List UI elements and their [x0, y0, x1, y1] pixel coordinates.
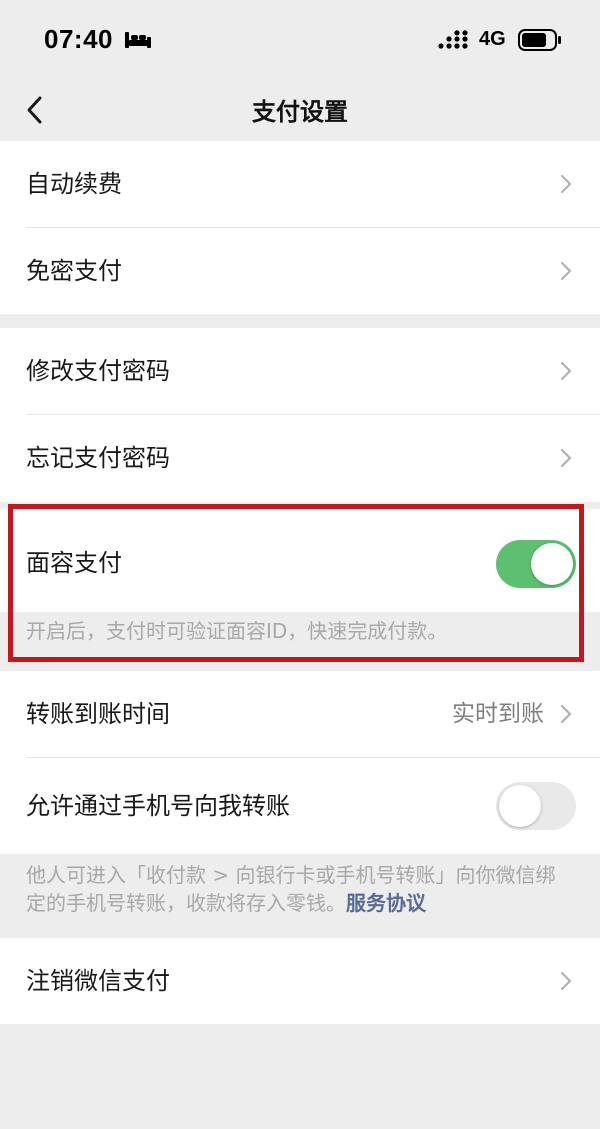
chevron-right-icon — [560, 448, 572, 468]
network-type: 4G — [479, 28, 506, 50]
face-pay-row: 面容支付 — [0, 509, 600, 612]
transfer-time-value: 实时到账 — [452, 701, 544, 727]
chevron-right-icon — [560, 704, 572, 724]
toggle-knob — [531, 543, 573, 585]
chevron-right-icon — [560, 174, 572, 194]
transfer-group: 转账到账时间 实时到账 允许通过手机号向我转账 — [0, 671, 600, 854]
phone-transfer-tip: 他人可进入「收付款 > 向银行卡或手机号转账」向你微信绑定的手机号转账，收款将存… — [0, 861, 600, 917]
settings-group-1: 自动续费 免密支付 — [0, 141, 600, 314]
nav-bar: 支付设置 — [0, 80, 600, 140]
page-title: 支付设置 — [252, 98, 348, 126]
battery-icon — [518, 29, 561, 51]
bed-icon — [125, 32, 151, 48]
phone-transfer-toggle[interactable] — [496, 782, 576, 830]
toggle-knob — [499, 785, 541, 827]
row-label: 自动续费 — [26, 170, 122, 198]
face-pay-tip: 开启后，支付时可验证面容ID，快速完成付款。 — [26, 619, 448, 643]
status-time: 07:40 — [44, 24, 113, 54]
row-label: 注销微信支付 — [26, 967, 170, 995]
row-label: 允许通过手机号向我转账 — [26, 792, 290, 820]
divider — [26, 757, 600, 758]
password-free-pay-row[interactable]: 免密支付 — [0, 228, 600, 314]
row-label: 转账到账时间 — [26, 700, 170, 728]
row-label: 修改支付密码 — [26, 357, 170, 385]
deregister-row[interactable]: 注销微信支付 — [0, 938, 600, 1024]
status-bar: 07:40 4G — [0, 0, 600, 80]
service-agreement-link[interactable]: 服务协议 — [346, 891, 426, 915]
phone-transfer-tip-text: 他人可进入「收付款 > 向银行卡或手机号转账」向你微信绑定的手机号转账，收款将存… — [26, 863, 556, 915]
face-pay-label: 面容支付 — [26, 549, 122, 577]
chevron-right-icon — [560, 971, 572, 991]
forgot-password-row[interactable]: 忘记支付密码 — [0, 415, 600, 501]
chevron-right-icon — [560, 361, 572, 381]
face-pay-toggle[interactable] — [496, 540, 576, 588]
auto-renew-row[interactable]: 自动续费 — [0, 141, 600, 227]
row-label: 忘记支付密码 — [26, 444, 170, 472]
phone-transfer-row: 允许通过手机号向我转账 — [0, 763, 600, 849]
row-label: 免密支付 — [26, 257, 122, 285]
transfer-time-row[interactable]: 转账到账时间 实时到账 — [0, 671, 600, 757]
change-password-row[interactable]: 修改支付密码 — [0, 328, 600, 414]
signal-icon — [438, 30, 468, 49]
chevron-right-icon — [560, 261, 572, 281]
deregister-group: 注销微信支付 — [0, 938, 600, 1024]
settings-group-2: 修改支付密码 忘记支付密码 — [0, 328, 600, 502]
